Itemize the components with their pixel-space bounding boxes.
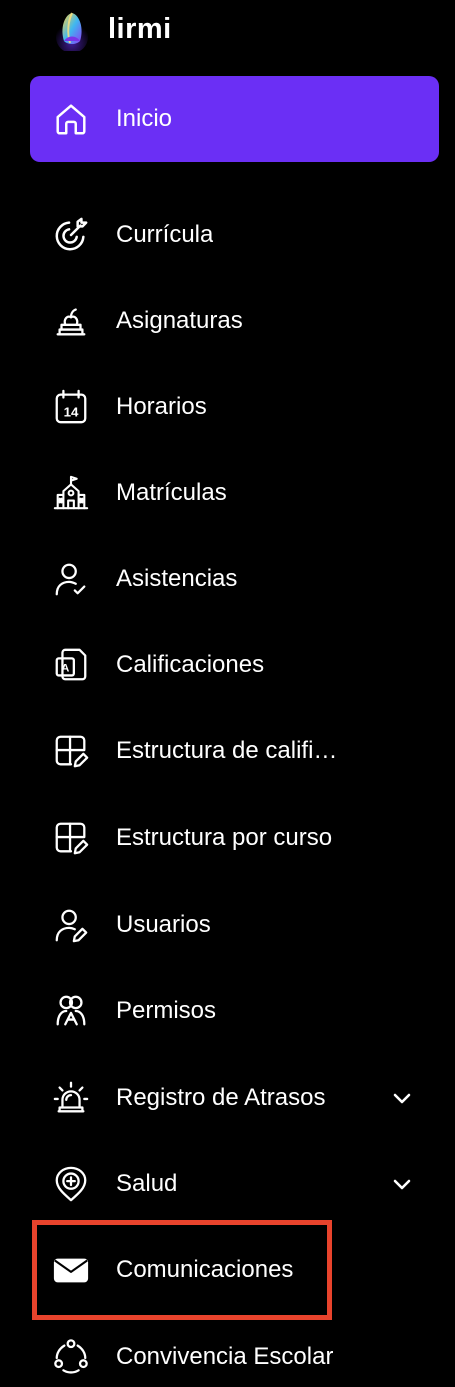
nav-label-usuarios: Usuarios — [116, 911, 211, 938]
nav-label-comunicaciones: Comunicaciones — [116, 1256, 294, 1283]
nav-item-salud[interactable]: Salud — [30, 1141, 439, 1227]
svg-text:14: 14 — [64, 405, 79, 420]
nav-item-comunicaciones[interactable]: Comunicaciones — [30, 1227, 439, 1313]
people-circle-icon — [50, 1336, 92, 1378]
nav-item-usuarios[interactable]: Usuarios — [30, 882, 439, 968]
nav-label-horarios: Horarios — [116, 393, 207, 420]
nav-item-calificaciones[interactable]: A Calificaciones — [30, 622, 439, 708]
grade-document-icon: A — [50, 644, 92, 686]
user-check-icon — [50, 558, 92, 600]
nav-label-curricula: Currícula — [116, 221, 214, 248]
grid-edit-icon — [50, 730, 92, 772]
brand[interactable]: lirmi — [50, 4, 172, 54]
nav-item-inicio[interactable]: Inicio — [30, 76, 439, 162]
user-edit-icon — [50, 904, 92, 946]
alarm-light-icon — [50, 1077, 92, 1119]
nav-label-salud: Salud — [116, 1170, 178, 1197]
chevron-down-icon[interactable] — [391, 1173, 413, 1195]
nav-label-estructura-curso: Estructura por curso — [116, 824, 333, 851]
users-permissions-icon — [50, 990, 92, 1032]
nav-item-asignaturas[interactable]: Asignaturas — [30, 278, 439, 364]
brand-name: lirmi — [108, 12, 172, 45]
nav-item-asistencias[interactable]: Asistencias — [30, 536, 439, 622]
target-icon — [50, 214, 92, 256]
nav-item-convivencia-escolar[interactable]: Convivencia Escolar — [30, 1314, 439, 1387]
chevron-down-icon[interactable] — [391, 1087, 413, 1109]
nav-item-horarios[interactable]: 14 Horarios — [30, 364, 439, 450]
nav-item-matriculas[interactable]: Matrículas — [30, 450, 439, 536]
envelope-icon — [50, 1249, 92, 1291]
grid-edit-icon — [50, 817, 92, 859]
home-icon — [50, 98, 92, 140]
nav-label-permisos: Permisos — [116, 997, 217, 1024]
lirmi-logo-icon — [56, 12, 88, 51]
nav-label-estructura-calificaciones: Estructura de califi… — [116, 737, 338, 764]
school-building-icon — [50, 472, 92, 514]
health-pin-icon — [50, 1163, 92, 1205]
nav-label-calificaciones: Calificaciones — [116, 651, 265, 678]
books-apple-icon — [50, 300, 92, 342]
nav-item-registro-atrasos[interactable]: Registro de Atrasos — [30, 1055, 439, 1141]
nav-label-asistencias: Asistencias — [116, 565, 238, 592]
nav-label-asignaturas: Asignaturas — [116, 307, 243, 334]
nav-item-estructura-calificaciones[interactable]: Estructura de califi… — [30, 708, 439, 794]
nav-label-convivencia-escolar: Convivencia Escolar — [116, 1343, 334, 1370]
nav-item-curricula[interactable]: Currícula — [30, 192, 439, 278]
nav-label-matriculas: Matrículas — [116, 479, 227, 506]
nav-item-permisos[interactable]: Permisos — [30, 968, 439, 1054]
svg-text:A: A — [61, 663, 69, 675]
nav-item-estructura-curso[interactable]: Estructura por curso — [30, 795, 439, 881]
calendar-14-icon: 14 — [50, 386, 92, 428]
nav-label-inicio: Inicio — [116, 105, 173, 132]
nav-label-registro-atrasos: Registro de Atrasos — [116, 1084, 326, 1111]
sidebar: lirmi Inicio Currícula Asignaturas 14 Ho… — [0, 0, 455, 1387]
